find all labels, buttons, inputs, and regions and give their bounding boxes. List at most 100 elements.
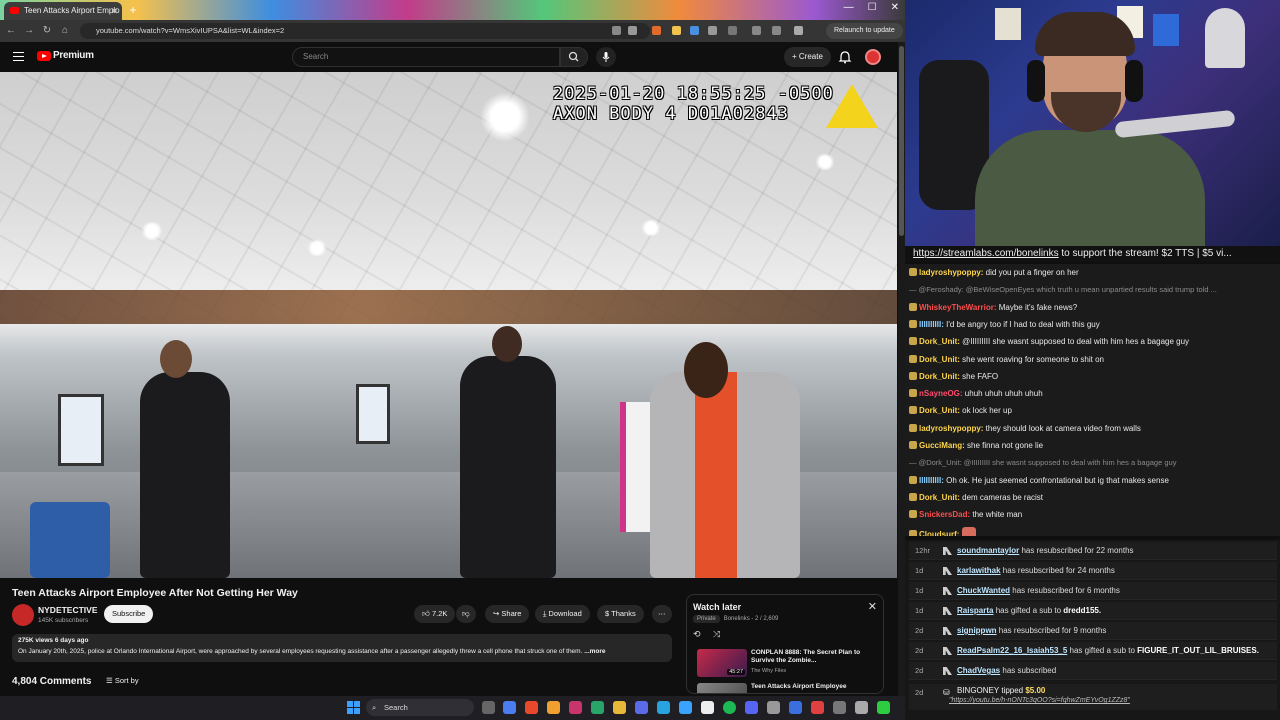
chat-username[interactable]: Dork_Unit: [919,493,960,502]
loop-icon[interactable]: ⟲ [693,629,701,640]
extension-icon[interactable] [652,26,661,35]
event-username[interactable]: signippwn [957,626,997,635]
obs-icon[interactable] [701,701,714,714]
like-button[interactable]: 👍︎ 7.2K [414,605,456,623]
more-link[interactable]: ...more [584,648,605,655]
app-icon[interactable] [877,701,890,714]
bookmark-star-icon[interactable] [628,26,637,35]
address-bar[interactable]: youtube.com/watch?v=WmsXivIUPSA&list=WL&… [80,23,650,39]
chat-username[interactable]: Dork_Unit: [919,355,960,364]
video-player[interactable]: 2025-01-20 18:55:25 -0500 AXON BODY 4 D0… [0,72,897,578]
chat-username[interactable]: ladyroshypoppy: [919,424,983,433]
playlist-owner[interactable]: Bonelinks [724,616,750,622]
create-button[interactable]: + Create [784,47,831,67]
forward-icon[interactable]: → [22,24,36,38]
extension-icon[interactable] [708,26,717,35]
scrollbar-thumb[interactable] [899,46,904,236]
subscribe-button[interactable]: Subscribe [104,605,154,623]
back-icon[interactable]: ← [4,24,18,38]
home-icon[interactable]: ⌂ [58,24,72,38]
download-button[interactable]: ⤓ Download [535,605,590,623]
description-box[interactable]: 275K views 6 days ago On January 20th, 2… [12,634,672,662]
extensions-puzzle-icon[interactable] [728,26,737,35]
app-icon[interactable] [745,701,758,714]
channel-name[interactable]: NYDETECTIVE [38,605,98,615]
hamburger-menu-icon[interactable] [13,52,24,61]
event-username[interactable]: ChadVegas [957,666,1000,675]
chat-username[interactable]: Cloudsurf: [919,530,959,537]
event-time: 2d [915,646,924,655]
app-icon[interactable] [789,701,802,714]
chat-username[interactable]: Dork_Unit: [919,337,960,346]
playlist-item-current[interactable]: Teen Attacks Airport Employee [697,683,877,693]
app-icon[interactable] [569,701,582,714]
event-username[interactable]: karlawithak [957,566,1001,575]
profile-icon[interactable] [794,26,803,35]
chat-username[interactable]: Dork_Unit: [919,406,960,415]
app-icon[interactable] [855,701,868,714]
minimize-icon[interactable]: — [844,2,854,13]
chat-text: the white man [970,510,1023,520]
voice-search-button[interactable] [596,47,616,67]
spotify-icon[interactable] [723,701,736,714]
event-username[interactable]: ChuckWanted [957,586,1010,595]
chat-username[interactable]: GucciMang: [919,441,965,450]
extension-icon[interactable] [672,26,681,35]
search-input[interactable]: Search [292,47,560,67]
event-username[interactable]: Raisparta [957,606,993,615]
chat-username[interactable]: WhiskeyTheWarrior: [919,303,997,312]
app-icon[interactable] [833,701,846,714]
app-icon[interactable] [679,701,692,714]
sort-by-button[interactable]: ☰ Sort by [106,676,139,685]
chrome-profile-icon[interactable] [547,701,560,714]
search-button[interactable] [560,47,588,67]
thanks-button[interactable]: $ Thanks [597,605,644,623]
window-close-icon[interactable]: ✕ [891,2,899,13]
reload-icon[interactable]: ↻ [40,24,54,38]
sidebar-icon[interactable] [772,26,781,35]
shuffle-icon[interactable]: ⤨ [713,629,720,640]
windows-start-icon[interactable] [347,701,360,714]
extension-icon[interactable] [690,26,699,35]
relaunch-button[interactable]: Relaunch to update [826,23,903,39]
event-username[interactable]: soundmantaylor [957,546,1019,555]
playlist-item[interactable]: 45:27 CONPLAN 8888: The Secret Plan to S… [697,649,877,677]
browser-tab[interactable]: Teen Attacks Airport Emplo ✕ [4,2,122,20]
event-username[interactable]: ReadPsalm22_16_Isaiah53_5 [957,646,1067,655]
channel-avatar[interactable] [12,604,34,626]
new-tab-button[interactable]: + [126,3,140,17]
app-icon[interactable] [591,701,604,714]
share-button[interactable]: ↪ Share [485,605,530,623]
chrome-icon[interactable] [525,701,538,714]
ticker-link[interactable]: https://streamlabs.com/bonelinks [913,248,1059,259]
file-explorer-icon[interactable] [613,701,626,714]
youtube-brand[interactable]: Premium [53,50,94,61]
chat-username[interactable]: ladyroshypoppy: [919,268,983,277]
youtube-logo-icon[interactable] [37,51,51,61]
event-row: 1d Raisparta has gifted a sub to dredd155… [909,602,1277,620]
maximize-icon[interactable]: ☐ [868,2,877,13]
edge-icon[interactable] [503,701,516,714]
taskbar-search[interactable]: ⌕ Search [366,699,474,716]
chat-username[interactable]: IIIIIIIIII: [919,320,944,329]
tip-message[interactable]: "https://youtu.be/h-nONTc3qOO?si=fqhwZmE… [949,697,1130,704]
app-icon[interactable] [635,701,648,714]
chat-username[interactable]: IIIIIIIIII: [919,476,944,485]
app-icon[interactable] [657,701,670,714]
download-icon[interactable] [752,26,761,35]
app-icon[interactable] [811,701,824,714]
account-avatar[interactable] [865,49,881,65]
sort-label: Sort by [114,676,139,685]
task-view-icon[interactable] [482,701,495,714]
more-actions-button[interactable]: ⋯ [652,605,672,623]
close-panel-icon[interactable]: ✕ [868,600,877,613]
chat-username[interactable]: Dork_Unit: [919,372,960,381]
page-scrollbar[interactable] [898,42,905,696]
app-icon[interactable] [767,701,780,714]
notifications-bell-icon[interactable] [838,50,852,64]
dislike-button[interactable]: 👎︎ [456,605,476,623]
chat-username[interactable]: nSayneOG: [919,389,963,398]
cast-icon[interactable] [612,26,621,35]
tab-close-icon[interactable]: ✕ [110,2,118,20]
chat-username[interactable]: SnickersDad: [919,510,970,519]
